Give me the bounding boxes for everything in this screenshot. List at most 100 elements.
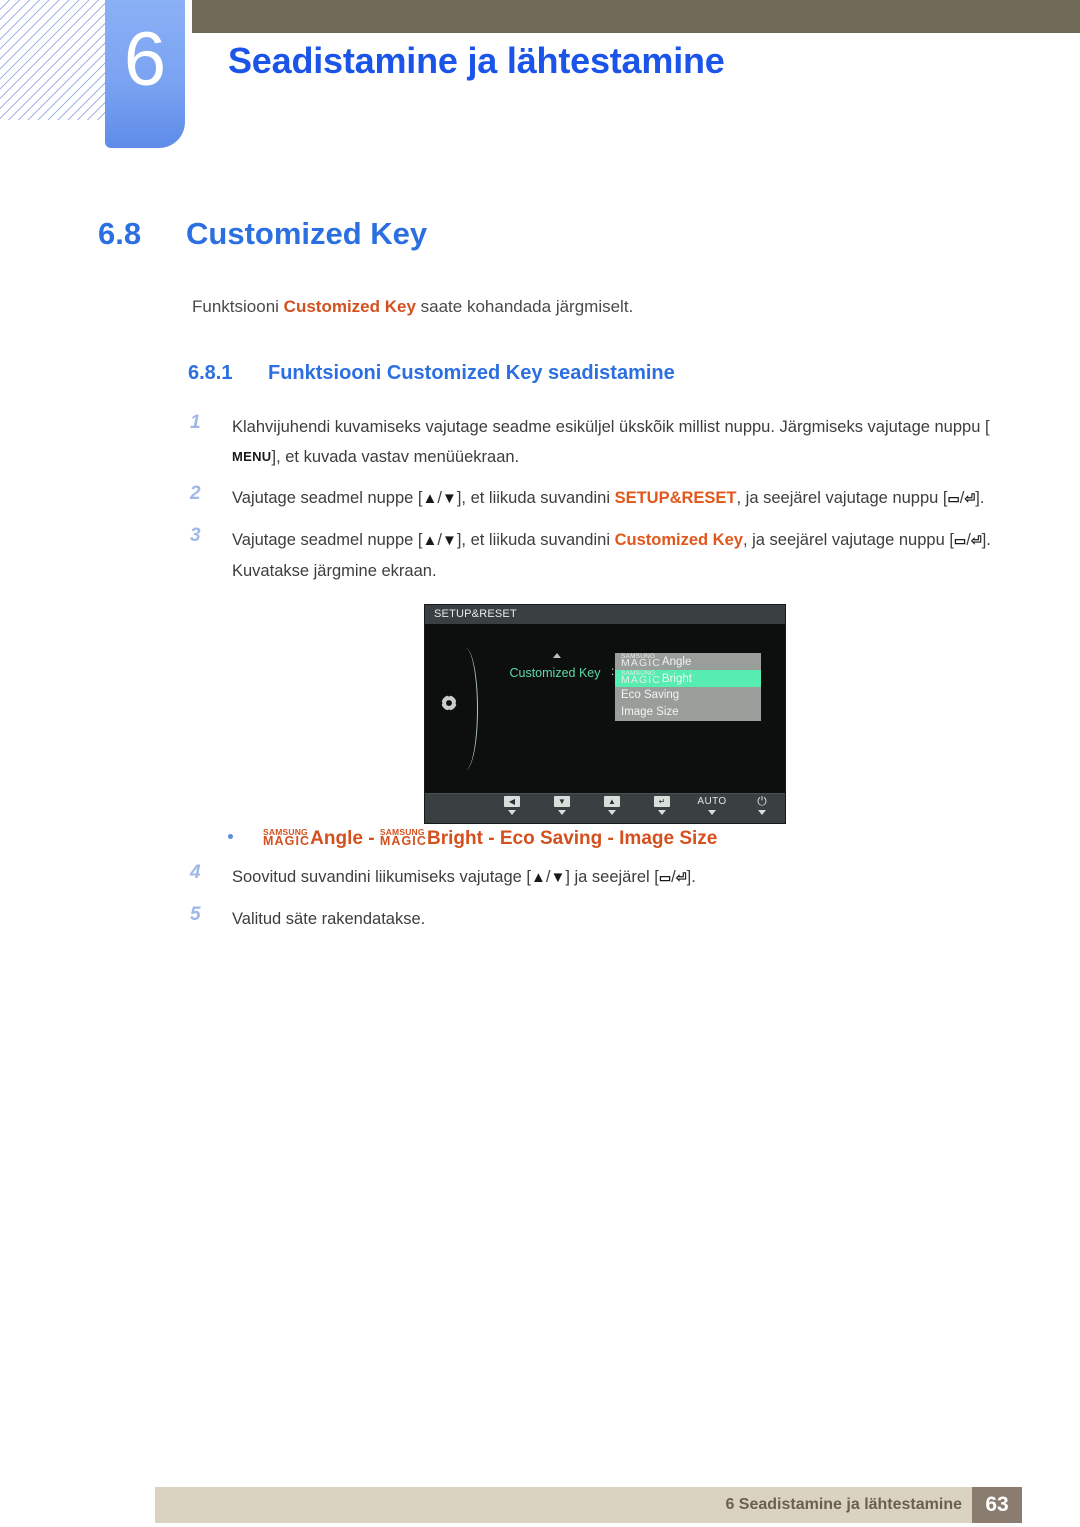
step-text-part: , ja seejärel vajutage nuppu [ <box>742 531 954 549</box>
source-key-icon: ▭ <box>953 533 967 548</box>
step-text-part: Vajutage seadmel nuppe [ <box>232 489 423 507</box>
key-guide-tick <box>608 810 616 815</box>
osd-menu-item-magic-angle[interactable]: SAMSUNG MAGIC Angle <box>615 653 761 670</box>
document-page: 6 Seadistamine ja lähtestamine 6.8 Custom… <box>0 0 1080 1527</box>
osd-menu-item-magic-bright[interactable]: SAMSUNG MAGIC Bright <box>615 670 761 687</box>
up-arrow-icon: ▲ <box>422 532 438 549</box>
option-bright: Bright <box>427 828 483 849</box>
step-number: 3 <box>190 525 201 546</box>
osd-screenshot: SETUP&RESET Customized Key: SAMSUNG MAG… <box>424 604 786 824</box>
step-item: 4 Soovitud suvandini liikumiseks vajutag… <box>190 862 1020 893</box>
step-text-part: ], et liikuda suvandini <box>456 531 615 549</box>
key-guide-tick <box>658 810 666 815</box>
auto-label: AUTO <box>697 796 727 807</box>
power-icon: ⏻ <box>757 794 767 808</box>
osd-button-enter[interactable]: ↵ <box>647 796 677 815</box>
section-intro: Funktsiooni Customized Key saate kohanda… <box>192 297 633 317</box>
header-olive-bar <box>192 0 1080 33</box>
down-arrow-icon: ▼ <box>550 869 566 886</box>
chapter-number: 6 <box>123 17 167 102</box>
osd-menu-item-image-size[interactable]: Image Size <box>615 704 761 721</box>
step-text: Soovitud suvandini liikumiseks vajutage … <box>232 868 696 886</box>
options-bullet-line: SAMSUNG MAGIC Angle - SAMSUNG MAGIC Bright -… <box>228 828 717 850</box>
intro-text-before: Funktsiooni <box>192 297 284 316</box>
osd-button-power[interactable]: ⏻ <box>747 794 777 815</box>
scroll-up-indicator <box>553 653 561 658</box>
setup-reset-highlight: SETUP&RESET <box>614 489 737 507</box>
osd-body: Customized Key : SAMSUNG MAGIC Angle SAMSU… <box>425 624 785 794</box>
up-arrow-icon: ▲ <box>604 796 620 807</box>
osd-menu-panel: SAMSUNG MAGIC Angle SAMSUNG MAGIC Bright Eco… <box>615 653 761 721</box>
osd-button-bar: ◀ ▼ ▲ ↵ AUTO ⏻ <box>425 793 785 823</box>
step-text-part: Vajutage seadmel nuppe [ <box>232 531 423 549</box>
samsung-magic-logo: SAMSUNG MAGIC <box>263 827 311 848</box>
step-text-part: ]. <box>686 868 696 886</box>
down-arrow-icon: ▼ <box>554 796 570 807</box>
subsection-heading: 6.8.1 Funktsiooni Customized Key seadista… <box>188 362 675 385</box>
osd-button-down[interactable]: ▼ <box>547 796 577 815</box>
step-text-part: ], et liikuda suvandini <box>456 489 615 507</box>
osd-menu-item-label: Image Size <box>621 706 679 718</box>
step-text: Valitud säte rakendatakse. <box>232 910 426 928</box>
osd-menu-item-label: Bright <box>661 673 692 685</box>
intro-highlight: Customized Key <box>283 297 416 316</box>
step-item: 1 Klahvijuhendi kuvamiseks vajutage sead… <box>190 412 1020 472</box>
chapter-title: Seadistamine ja lähtestamine <box>228 40 725 81</box>
osd-menu-item-label: Eco Saving <box>621 689 680 701</box>
enter-key-icon: ⏎ <box>675 870 687 885</box>
step-number: 2 <box>190 483 201 504</box>
page-number: 63 <box>972 1487 1022 1523</box>
down-arrow-icon: ▼ <box>441 490 457 507</box>
hatch-decoration <box>0 0 118 120</box>
up-arrow-icon: ▲ <box>531 869 546 886</box>
enter-key-icon: ⏎ <box>970 533 982 548</box>
left-arrow-icon: ◀ <box>504 796 520 807</box>
section-number: 6.8 <box>98 216 142 251</box>
up-arrow-icon: ▲ <box>422 490 438 507</box>
option-angle: Angle <box>310 828 363 849</box>
footer-bar: 6 Seadistamine ja lähtestamine 63 <box>155 1487 1022 1523</box>
samsung-magic-logo: SAMSUNG MAGIC <box>621 653 661 669</box>
subsection-number: 6.8.1 <box>188 362 233 384</box>
osd-button-left[interactable]: ◀ <box>497 796 527 815</box>
step-number: 4 <box>190 862 201 883</box>
section-title: Customized Key <box>186 216 428 251</box>
options-text: SAMSUNG MAGIC Angle - SAMSUNG MAGIC Bright -… <box>263 827 718 850</box>
enter-key-icon: ⏎ <box>964 491 976 506</box>
osd-menu-item-eco-saving[interactable]: Eco Saving <box>615 687 761 704</box>
step-text-part: ], et kuvada vastav menüüekraan. <box>271 448 520 466</box>
step-text-part: Soovitud suvandini liikumiseks vajutage … <box>232 868 531 886</box>
gear-icon <box>439 693 459 713</box>
dash-separator: - <box>362 828 380 849</box>
intro-text-after: saate kohandada järgmiselt. <box>415 297 634 316</box>
key-guide-tick <box>708 810 716 815</box>
osd-title-bar: SETUP&RESET <box>425 605 785 624</box>
options-rest: - Eco Saving - Image Size <box>482 828 718 849</box>
step-number: 1 <box>190 412 201 433</box>
osd-button-auto[interactable]: AUTO <box>697 796 727 815</box>
steps-list-continued: 4 Soovitud suvandini liikumiseks vajutag… <box>190 862 1020 945</box>
osd-button-up[interactable]: ▲ <box>597 796 627 815</box>
section-heading: 6.8 Customized Key <box>98 216 427 252</box>
footer-chapter-text: 6 Seadistamine ja lähtestamine <box>725 1496 962 1513</box>
source-key-icon: ▭ <box>947 491 960 506</box>
step-item: 5 Valitud säte rakendatakse. <box>190 904 1020 934</box>
chapter-tab: 6 <box>105 0 185 148</box>
step-text-part: ] ja seejärel [ <box>565 868 659 886</box>
bullet-dot-icon <box>228 834 233 839</box>
key-guide-tick <box>508 810 516 815</box>
step-text-part: Klahvijuhendi kuvamiseks vajutage seadme… <box>232 418 990 436</box>
down-arrow-icon: ▼ <box>441 532 457 549</box>
step-text: Vajutage seadmel nuppe [▲/▼], et liikuda… <box>232 531 991 580</box>
osd-title-text: SETUP&RESET <box>434 608 517 620</box>
step-item: 2 Vajutage seadmel nuppe [▲/▼], et liiku… <box>190 483 1020 514</box>
step-text: Klahvijuhendi kuvamiseks vajutage seadme… <box>232 418 990 466</box>
step-text-part: ]. <box>975 489 985 507</box>
key-guide-tick <box>758 810 766 815</box>
steps-list: 1 Klahvijuhendi kuvamiseks vajutage sead… <box>190 412 1020 597</box>
step-item: 3 Vajutage seadmel nuppe [▲/▼], et liiku… <box>190 525 1020 586</box>
menu-key-label: MENU <box>232 449 272 464</box>
source-key-icon: ▭ <box>658 870 672 885</box>
samsung-magic-logo: SAMSUNG MAGIC <box>379 827 428 848</box>
step-number: 5 <box>190 904 201 925</box>
